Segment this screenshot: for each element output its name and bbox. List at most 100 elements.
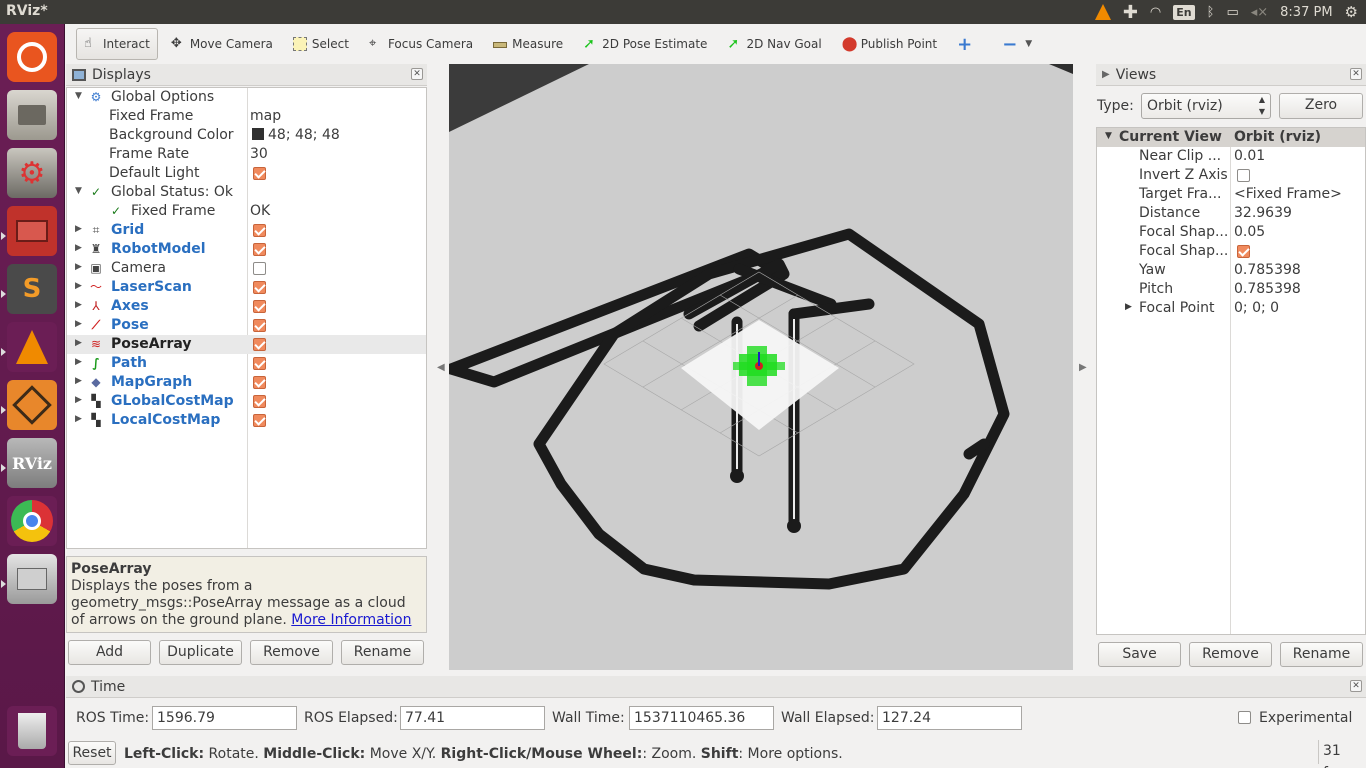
property-value[interactable]: 0; 0; 0 [1234,300,1279,316]
fixed-frame-row[interactable]: Fixed Frame map [67,107,426,126]
background-color-value[interactable]: 48; 48; 48 [252,127,340,143]
display-item-robotmodel[interactable]: ▶ ♜ RobotModel [67,240,426,259]
volume-icon[interactable]: ◂× [1251,5,1268,20]
sublime-text-icon[interactable]: S [7,264,57,314]
close-icon[interactable]: ✕ [1350,68,1362,80]
settings-icon[interactable]: ⚙ [7,148,57,198]
display-item-checkbox[interactable] [253,224,266,237]
drive-icon[interactable] [7,554,57,604]
property-value[interactable]: 0.05 [1234,224,1265,240]
expand-right-icon[interactable]: ▶ [75,224,85,234]
ros-time-field[interactable]: 1596.79 [152,706,297,730]
property-value[interactable]: 32.9639 [1234,205,1292,221]
view-type-select[interactable]: Orbit (rviz) ▲ ▼ [1141,93,1271,119]
near-clip-row[interactable]: Near Clip ... 0.01 [1097,147,1365,166]
rviz-icon[interactable]: RViz [7,438,57,488]
save-view-button[interactable]: Save [1098,642,1181,667]
display-item-checkbox[interactable] [253,243,266,256]
property-value[interactable]: 0.01 [1234,148,1265,164]
nav-goal-tool[interactable]: ➚ 2D Nav Goal [720,33,828,55]
medical-cross-icon[interactable]: ✚ [1123,2,1138,23]
bluetooth-icon[interactable]: ᛒ [1207,5,1215,20]
chrome-icon[interactable] [7,496,57,546]
focus-camera-tool[interactable]: ⌖ Focus Camera [362,33,480,55]
status-fixed-frame-row[interactable]: ✓ Fixed Frame OK [67,202,426,221]
expand-right-icon[interactable]: ▶ [75,395,85,405]
pitch-row[interactable]: Pitch 0.785398 [1097,280,1365,299]
invert-z-checkbox[interactable] [1237,169,1250,182]
property-value[interactable]: 0.785398 [1234,281,1301,297]
expand-down-icon[interactable]: ▼ [1105,131,1112,141]
remove-view-button[interactable]: Remove [1189,642,1272,667]
display-item-laserscan[interactable]: ▶ 〜 LaserScan [67,278,426,297]
files-icon[interactable] [7,90,57,140]
collapse-left-icon[interactable]: ◀ [437,362,445,373]
expand-right-icon[interactable]: ▶ [75,376,85,386]
invert-z-row[interactable]: Invert Z Axis [1097,166,1365,185]
expand-right-icon[interactable]: ▶ [75,338,85,348]
frame-rate-row[interactable]: Frame Rate 30 [67,145,426,164]
pose-estimate-tool[interactable]: ➚ 2D Pose Estimate [576,33,714,55]
ubuntu-dash-icon[interactable] [7,32,57,82]
reset-button[interactable]: Reset [68,741,116,765]
default-light-row[interactable]: Default Light [67,164,426,183]
focal-shape-size-row[interactable]: Focal Shap... 0.05 [1097,223,1365,242]
fixed-frame-value[interactable]: map [250,108,281,124]
display-item-camera[interactable]: ▶ ▣ Camera [67,259,426,278]
expand-right-icon[interactable]: ▶ [75,414,85,424]
rename-button[interactable]: Rename [341,640,424,665]
display-item-axes[interactable]: ▶ ⅄ Axes [67,297,426,316]
expand-right-icon[interactable]: ▶ [1125,302,1132,312]
expand-right-icon[interactable]: ▶ [75,319,85,329]
current-view-header[interactable]: ▼ Current View Orbit (rviz) [1097,128,1365,147]
render-viewport[interactable] [449,64,1073,670]
more-information-link[interactable]: More Information [291,612,411,628]
battery-icon[interactable]: ▭ [1226,5,1238,20]
display-item-mapgraph[interactable]: ▶ ◆ MapGraph [67,373,426,392]
wall-time-field[interactable]: 1537110465.36 [629,706,774,730]
global-options-row[interactable]: ▼ ⚙ Global Options [67,88,426,107]
expand-down-icon[interactable]: ▼ [75,91,85,101]
interact-tool[interactable]: ☝ Interact [76,28,158,60]
expand-right-icon[interactable]: ▶ [75,243,85,253]
display-item-checkbox[interactable] [253,395,266,408]
measure-tool[interactable]: Measure [486,33,570,55]
move-camera-tool[interactable]: ✥ Move Camera [164,33,280,55]
remove-tool-button[interactable]: − ▼ [995,30,1039,59]
focal-shape-fixed-row[interactable]: Focal Shap... [1097,242,1365,261]
target-frame-row[interactable]: Target Fra... <Fixed Frame> [1097,185,1365,204]
close-icon[interactable]: ✕ [411,68,423,80]
display-item-checkbox[interactable] [253,262,266,275]
experimental-checkbox[interactable] [1238,711,1251,724]
display-item-checkbox[interactable] [253,357,266,370]
yaw-row[interactable]: Yaw 0.785398 [1097,261,1365,280]
close-icon[interactable]: ✕ [1350,680,1362,692]
display-item-localcostmap[interactable]: ▶ ▚ LocalCostMap [67,411,426,430]
workspace-icon[interactable] [7,206,57,256]
focal-point-row[interactable]: ▶ Focal Point 0; 0; 0 [1097,299,1365,318]
display-item-grid[interactable]: ▶ ⌗ Grid [67,221,426,240]
collapse-right-icon[interactable]: ▶ [1079,362,1087,373]
trash-icon[interactable] [7,706,57,756]
duplicate-button[interactable]: Duplicate [159,640,242,665]
display-item-checkbox[interactable] [253,376,266,389]
frame-rate-value[interactable]: 30 [250,146,268,162]
expand-right-icon[interactable]: ▶ [75,281,85,291]
gazebo-icon[interactable] [7,380,57,430]
publish-point-tool[interactable]: ⬤ Publish Point [835,33,944,55]
global-status-row[interactable]: ▼ ✓ Global Status: Ok [67,183,426,202]
display-item-pose[interactable]: ▶ ⟋ Pose [67,316,426,335]
gear-icon[interactable]: ⚙ [1345,3,1358,21]
focal-shape-checkbox[interactable] [1237,245,1250,258]
remove-button[interactable]: Remove [250,640,333,665]
expand-right-icon[interactable]: ▶ [75,357,85,367]
expand-down-icon[interactable]: ▼ [75,186,85,196]
property-value[interactable]: 0.785398 [1234,262,1301,278]
clock[interactable]: 8:37 PM [1280,5,1332,20]
display-item-path[interactable]: ▶ ∫ Path [67,354,426,373]
expand-right-icon[interactable]: ▶ [75,262,85,272]
distance-row[interactable]: Distance 32.9639 [1097,204,1365,223]
display-item-checkbox[interactable] [253,300,266,313]
expand-right-icon[interactable]: ▶ [75,300,85,310]
display-item-checkbox[interactable] [253,338,266,351]
